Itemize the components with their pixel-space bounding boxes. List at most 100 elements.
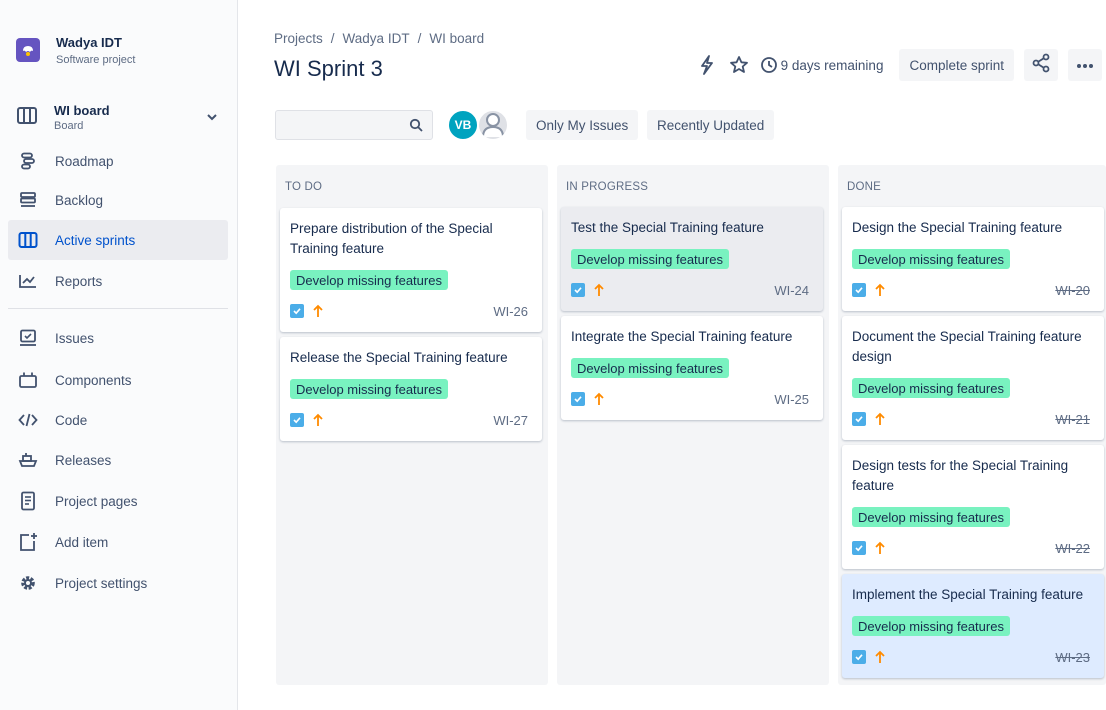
priority-high-icon	[593, 392, 605, 406]
issue-key[interactable]: WI-26	[493, 304, 528, 319]
pages-icon	[17, 490, 39, 512]
epic-label: Develop missing features	[290, 379, 448, 399]
priority-high-icon	[874, 283, 886, 297]
project-type: Software project	[56, 54, 136, 66]
sidebar-item-label: Project pages	[55, 493, 138, 509]
column-title: TO DO	[285, 181, 323, 193]
avatar-unassigned[interactable]	[477, 109, 509, 141]
sidebar: Wadya IDT Software project WI board Boar…	[0, 0, 238, 710]
priority-high-icon	[312, 304, 324, 318]
issue-summary: Document the Special Training feature de…	[852, 329, 1082, 364]
task-icon	[852, 412, 866, 426]
sidebar-item-releases[interactable]: Releases	[8, 440, 228, 480]
issue-card[interactable]: Integrate the Special Training feature D…	[561, 316, 823, 420]
sidebar-item-label: Reports	[55, 273, 103, 289]
sidebar-item-project-pages[interactable]: Project pages	[8, 481, 228, 521]
issue-key[interactable]: WI-21	[1055, 412, 1090, 427]
sidebar-item-backlog[interactable]: Backlog	[8, 180, 228, 220]
breadcrumb-item-project[interactable]: Wadya IDT	[343, 31, 410, 46]
search-box	[275, 110, 433, 140]
priority-high-icon	[312, 413, 324, 427]
search-input[interactable]	[276, 111, 396, 139]
sidebar-item-issues[interactable]: Issues	[8, 318, 228, 358]
task-icon	[852, 541, 866, 555]
code-icon	[17, 409, 39, 431]
epic-label: Develop missing features	[571, 358, 729, 378]
chevron-down-icon[interactable]	[206, 110, 218, 128]
avatar[interactable]: VB	[447, 109, 479, 141]
sidebar-item-label: Code	[55, 412, 88, 428]
star-icon[interactable]	[723, 49, 755, 81]
epic-label: Develop missing features	[852, 378, 1010, 398]
board-column-in-progress: IN PROGRESS Test the Special Training fe…	[557, 165, 829, 685]
more-icon	[1076, 56, 1094, 74]
clock-icon	[757, 49, 781, 81]
board-selector[interactable]: WI board Board	[16, 98, 228, 138]
breadcrumb-item-board[interactable]: WI board	[429, 31, 484, 46]
issue-card[interactable]: Test the Special Training feature Develo…	[561, 207, 823, 311]
column-title: IN PROGRESS	[566, 181, 649, 193]
project-name: Wadya IDT	[56, 35, 122, 50]
priority-high-icon	[874, 412, 886, 426]
task-icon	[571, 392, 585, 406]
issue-summary: Design tests for the Special Training fe…	[852, 458, 1069, 493]
share-button[interactable]	[1024, 49, 1058, 81]
issue-key[interactable]: WI-27	[493, 413, 528, 428]
issue-summary: Design the Special Training feature	[852, 220, 1063, 235]
issue-card[interactable]: Design the Special Training feature Deve…	[842, 207, 1104, 311]
share-icon	[1031, 53, 1051, 78]
board-type: Board	[54, 120, 84, 132]
board-column-todo: TO DO Prepare distribution of the Specia…	[276, 165, 548, 685]
epic-label: Develop missing features	[571, 249, 729, 269]
board-icon	[16, 106, 38, 131]
issue-summary: Release the Special Training feature	[290, 350, 508, 365]
issue-key[interactable]: WI-25	[774, 392, 809, 407]
issue-card[interactable]: Release the Special Training feature Dev…	[280, 337, 542, 441]
breadcrumb-item-projects[interactable]: Projects	[274, 31, 323, 46]
more-button[interactable]	[1068, 49, 1102, 81]
sidebar-item-code[interactable]: Code	[8, 400, 228, 440]
sidebar-item-active-sprints[interactable]: Active sprints	[8, 220, 228, 260]
sidebar-item-reports[interactable]: Reports	[8, 261, 228, 301]
releases-icon	[17, 449, 39, 471]
issue-summary: Test the Special Training feature	[571, 220, 764, 235]
sidebar-item-label: Components	[55, 372, 132, 388]
settings-icon	[17, 572, 39, 594]
remaining-text: 9 days remaining	[780, 57, 884, 73]
reports-icon	[17, 270, 39, 292]
roadmap-icon	[17, 150, 39, 172]
issue-key[interactable]: WI-20	[1055, 283, 1090, 298]
issue-summary: Integrate the Special Training feature	[571, 329, 793, 344]
issue-key[interactable]: WI-24	[774, 283, 809, 298]
sidebar-item-label: Roadmap	[55, 153, 114, 169]
board-name: WI board	[54, 103, 110, 118]
issue-summary: Implement the Special Training feature	[852, 587, 1084, 602]
issues-icon	[17, 327, 39, 349]
board-column-done: DONE Design the Special Training feature…	[838, 165, 1106, 685]
breadcrumb: Projects / Wadya IDT / WI board	[274, 31, 485, 46]
priority-high-icon	[593, 283, 605, 297]
issue-key[interactable]: WI-22	[1055, 541, 1090, 556]
issue-card[interactable]: Prepare distribution of the Special Trai…	[280, 208, 542, 332]
issue-card[interactable]: Design tests for the Special Training fe…	[842, 445, 1104, 569]
sidebar-item-add-item[interactable]: Add item	[8, 522, 228, 562]
project-header[interactable]: Wadya IDT Software project	[16, 34, 135, 68]
issue-card[interactable]: Document the Special Training feature de…	[842, 316, 1104, 440]
recently-updated-button[interactable]: Recently Updated	[647, 110, 775, 140]
sidebar-item-roadmap[interactable]: Roadmap	[8, 141, 228, 181]
issue-key[interactable]: WI-23	[1055, 650, 1090, 665]
only-my-issues-button[interactable]: Only My Issues	[526, 110, 639, 140]
issue-card[interactable]: Implement the Special Training feature D…	[842, 574, 1104, 678]
issue-summary: Prepare distribution of the Special Trai…	[290, 221, 493, 256]
lightning-icon[interactable]	[691, 49, 723, 81]
add-item-icon	[17, 531, 39, 553]
user-icon	[479, 111, 507, 139]
sidebar-item-components[interactable]: Components	[8, 360, 228, 400]
sidebar-item-label: Issues	[55, 330, 95, 346]
sidebar-item-project-settings[interactable]: Project settings	[8, 563, 228, 603]
complete-sprint-button[interactable]: Complete sprint	[899, 49, 1014, 81]
epic-label: Develop missing features	[852, 507, 1010, 527]
sidebar-divider	[8, 308, 228, 309]
header-actions: 9 days remaining Complete sprint	[691, 48, 1102, 82]
project-avatar-icon	[16, 38, 40, 62]
